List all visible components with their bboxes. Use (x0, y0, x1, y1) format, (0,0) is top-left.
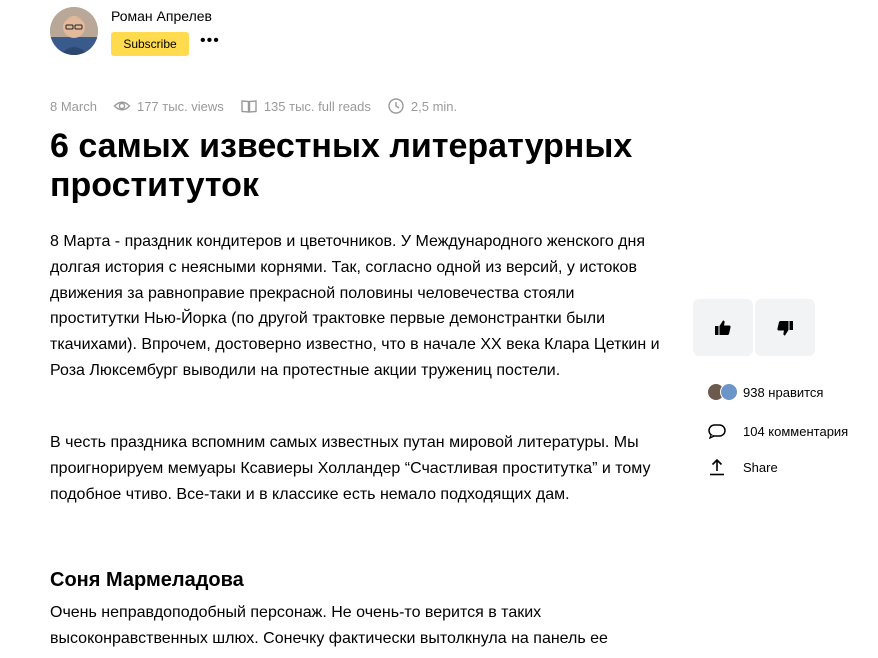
article-title: 6 самых известных литературных проститут… (50, 127, 633, 204)
comments-stat[interactable]: 104 комментария (707, 421, 848, 441)
like-button[interactable] (693, 299, 753, 356)
views-count: 177 тыс. views (136, 98, 224, 114)
meta-reads: 135 тыс. full reads (240, 97, 371, 115)
eye-icon (113, 97, 131, 115)
author-name[interactable]: Роман Апрелев (111, 8, 212, 24)
clock-icon (387, 97, 405, 115)
more-options-button[interactable]: ••• (200, 30, 222, 54)
comments-count: 104 комментария (743, 423, 849, 439)
share-button[interactable]: Share (707, 457, 778, 477)
meta-date: 8 March (50, 99, 97, 114)
article-paragraph: В честь праздника вспомним самых известн… (50, 434, 651, 503)
comment-icon (707, 421, 729, 441)
section-paragraph: Очень неправдоподобный персонаж. Не очен… (50, 604, 608, 647)
likes-count: 938 нравится (743, 384, 824, 400)
meta-views: 177 тыс. views (113, 97, 224, 115)
meta-read-time: 2,5 min. (387, 97, 457, 115)
dislike-button[interactable] (755, 299, 815, 356)
reaction-buttons (693, 299, 815, 356)
author-avatar[interactable] (50, 7, 98, 55)
section-heading: Соня Мармеладова (50, 569, 244, 591)
full-reads-count: 135 тыс. full reads (263, 98, 371, 114)
article-paragraph: 8 Марта - праздник кондитеров и цветочни… (50, 233, 660, 379)
subscribe-button[interactable]: Subscribe (111, 32, 189, 56)
liker-avatars (707, 383, 739, 401)
likes-stat[interactable]: 938 нравится (707, 383, 823, 401)
publish-date: 8 March (50, 98, 97, 114)
article-meta: 8 March 177 тыс. views 135 тыс. full rea… (50, 96, 473, 116)
liker-avatar (720, 383, 738, 401)
thumbs-up-icon (715, 320, 731, 335)
read-time: 2,5 min. (410, 98, 458, 114)
book-icon (240, 97, 258, 115)
share-label: Share (743, 459, 778, 475)
share-icon (707, 457, 729, 477)
thumbs-down-icon (777, 320, 793, 335)
